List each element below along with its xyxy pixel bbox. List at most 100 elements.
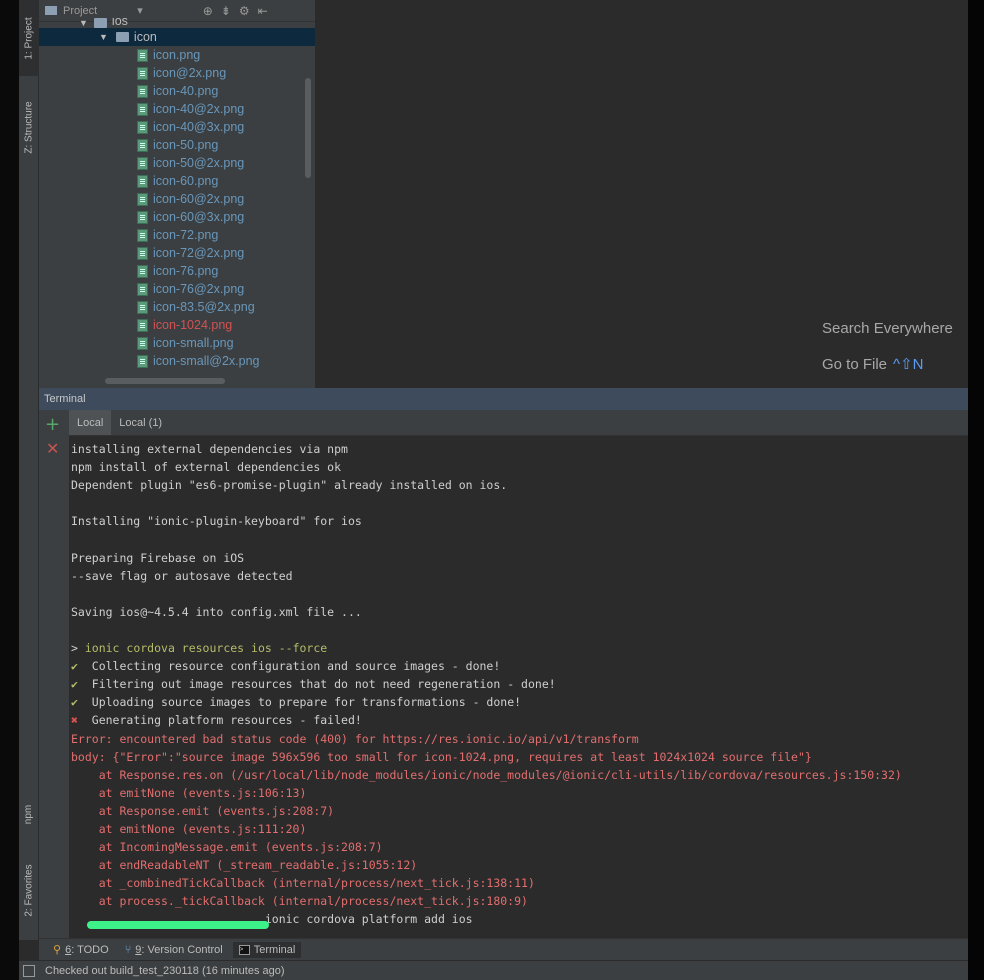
tree-folder-label: icon (133, 30, 157, 44)
tree-file-item[interactable]: icon-60.png (39, 172, 315, 190)
step-text: Generating platform resources - failed! (77, 713, 362, 728)
image-file-icon (137, 120, 148, 134)
tree-file-item[interactable]: icon-60@2x.png (39, 190, 315, 208)
redaction-scribble (87, 921, 269, 929)
collapse-arrow-icon: ▼ (79, 18, 88, 28)
terminal-line: at emitNone (events.js:111:20) (71, 821, 307, 836)
terminal-line: at endReadableNT (_stream_readable.js:10… (71, 858, 418, 873)
terminal-line: Preparing Firebase on iOS (71, 550, 245, 565)
left-tool-stripe: 1: Project Z: Structure npm 2: Favorites (19, 0, 39, 940)
terminal-tab-local-1[interactable]: Local (1) (111, 410, 170, 435)
tree-folder-ios[interactable]: ▼ ios (39, 18, 315, 28)
collapse-arrow-icon: ▼ (99, 32, 108, 42)
tree-file-label: icon-1024.png (153, 318, 233, 332)
terminal-line: Saving ios@~4.5.4 into config.xml file .… (71, 604, 362, 619)
image-file-icon (137, 192, 148, 206)
folder-icon (93, 18, 107, 28)
favorites-tool-tab[interactable]: 2: Favorites (19, 848, 39, 932)
tree-file-item[interactable]: icon-72.png (39, 226, 315, 244)
image-file-icon (137, 228, 148, 242)
tree-file-item[interactable]: icon-83.5@2x.png (39, 298, 315, 316)
tree-file-label: icon-small.png (153, 336, 234, 350)
ide-window: 1: Project Z: Structure npm 2: Favorites… (19, 0, 968, 980)
project-tree: ▼ ios ▼ icon icon.png icon@2x.png icon-40.… (39, 18, 315, 370)
tree-file-item[interactable]: icon-76@2x.png (39, 280, 315, 298)
status-message: Checked out build_test_230118 (16 minute… (45, 964, 285, 977)
todo-tool-tab-label: 6: TODO (65, 943, 109, 956)
step-text: Uploading source images to prepare for t… (77, 695, 522, 710)
tree-file-item[interactable]: icon-40@3x.png (39, 118, 315, 136)
todo-tool-tab[interactable]: ⚲ 6: TODO (47, 941, 115, 958)
editor-area: Search Everywhere Go to File ^⇧N (315, 0, 968, 388)
go-to-file-label: Go to File (822, 356, 888, 373)
tree-file-item[interactable]: icon@2x.png (39, 64, 315, 82)
image-file-icon (137, 300, 148, 314)
tree-file-item[interactable]: icon-76.png (39, 262, 315, 280)
hide-icon[interactable]: ⇤ (258, 4, 268, 18)
tree-file-item[interactable]: icon-50.png (39, 136, 315, 154)
image-file-icon (137, 264, 148, 278)
project-panel: Project ▾ ⊕ ⇟ ⚙ ⇤ ▼ ios ▼ icon icon.png i… (39, 0, 315, 388)
terminal-title-bar: Terminal (39, 388, 968, 410)
tree-file-item[interactable]: icon-small@2x.png (39, 352, 315, 370)
favorites-tool-tab-label: 2: Favorites (23, 863, 35, 917)
gear-icon[interactable]: ⚙ (239, 4, 250, 18)
project-tool-tab-label: 1: Project (23, 16, 35, 60)
terminal-line: at _combinedTickCallback (internal/proce… (71, 876, 535, 891)
tree-file-item[interactable]: icon-40@2x.png (39, 100, 315, 118)
tool-windows-toggle-icon[interactable] (23, 964, 35, 977)
terminal-line: ✖ Generating platform resources - failed… (71, 711, 968, 729)
version-control-tool-tab[interactable]: ⑂ 9: Version Control (119, 942, 229, 958)
tree-file-item[interactable]: icon-72@2x.png (39, 244, 315, 262)
tree-file-label: icon-72@2x.png (153, 246, 245, 260)
check-icon: ✔ (71, 659, 78, 674)
npm-tool-tab-label: npm (23, 804, 35, 824)
status-bar: Checked out build_test_230118 (16 minute… (19, 960, 968, 980)
terminal-line: at emitNone (events.js:106:13) (71, 785, 307, 800)
image-file-icon (137, 354, 148, 368)
tree-file-item[interactable]: icon.png (39, 46, 315, 64)
terminal-line: installing external dependencies via npm (71, 442, 348, 456)
project-view-dropdown-icon[interactable]: ▾ (137, 4, 143, 17)
terminal-line: at IncomingMessage.emit (events.js:208:7… (71, 840, 383, 855)
terminal-line: Installing "ionic-plugin-keyboard" for i… (71, 514, 362, 529)
tree-file-label: icon-72.png (153, 228, 219, 242)
close-session-icon[interactable]: ✕ (46, 439, 59, 458)
structure-tool-tab[interactable]: Z: Structure (19, 86, 39, 168)
project-horizontal-scrollbar[interactable] (105, 378, 225, 384)
terminal-tab-local[interactable]: Local (69, 410, 112, 435)
collapse-icon[interactable]: ⇟ (221, 4, 231, 18)
tree-file-item[interactable]: icon-1024.png (39, 316, 315, 334)
terminal-line: npm install of external dependencies ok (71, 460, 342, 475)
tree-file-item[interactable]: icon-50@2x.png (39, 154, 315, 172)
project-vertical-scrollbar[interactable] (305, 78, 311, 178)
image-file-icon (137, 282, 148, 296)
structure-tool-tab-label: Z: Structure (23, 100, 35, 154)
command-text: ionic cordova resources ios --force (84, 641, 328, 656)
project-tool-tab[interactable]: 1: Project (19, 0, 39, 76)
folder-icon (115, 32, 129, 42)
tree-file-label: icon-83.5@2x.png (153, 300, 255, 314)
terminal-output[interactable]: installing external dependencies via npm… (69, 437, 968, 938)
tree-file-label: icon-60@3x.png (153, 210, 245, 224)
tree-file-label: icon-60.png (153, 174, 219, 188)
tree-file-item[interactable]: icon-small.png (39, 334, 315, 352)
terminal-line: at process._tickCallback (internal/proce… (71, 894, 528, 909)
tree-file-item[interactable]: icon-60@3x.png (39, 208, 315, 226)
terminal-tabs: Local Local (1) (69, 410, 968, 436)
tree-file-item[interactable]: icon-40.png (39, 82, 315, 100)
tree-file-label: icon-76@2x.png (153, 282, 245, 296)
project-panel-title[interactable]: Project (63, 5, 97, 17)
npm-tool-tab[interactable]: npm (19, 792, 39, 836)
terminal-line: Dependent plugin "es6-promise-plugin" al… (71, 478, 508, 493)
tree-folder-icon[interactable]: ▼ icon (39, 28, 315, 46)
new-session-icon[interactable]: + (45, 414, 60, 435)
locate-icon[interactable]: ⊕ (203, 4, 213, 18)
window-edge (968, 0, 984, 980)
terminal-side-toolbar: + ✕ (39, 410, 69, 938)
tree-file-label: icon-40.png (153, 84, 219, 98)
terminal-tool-tab[interactable]: > Terminal (232, 941, 302, 958)
